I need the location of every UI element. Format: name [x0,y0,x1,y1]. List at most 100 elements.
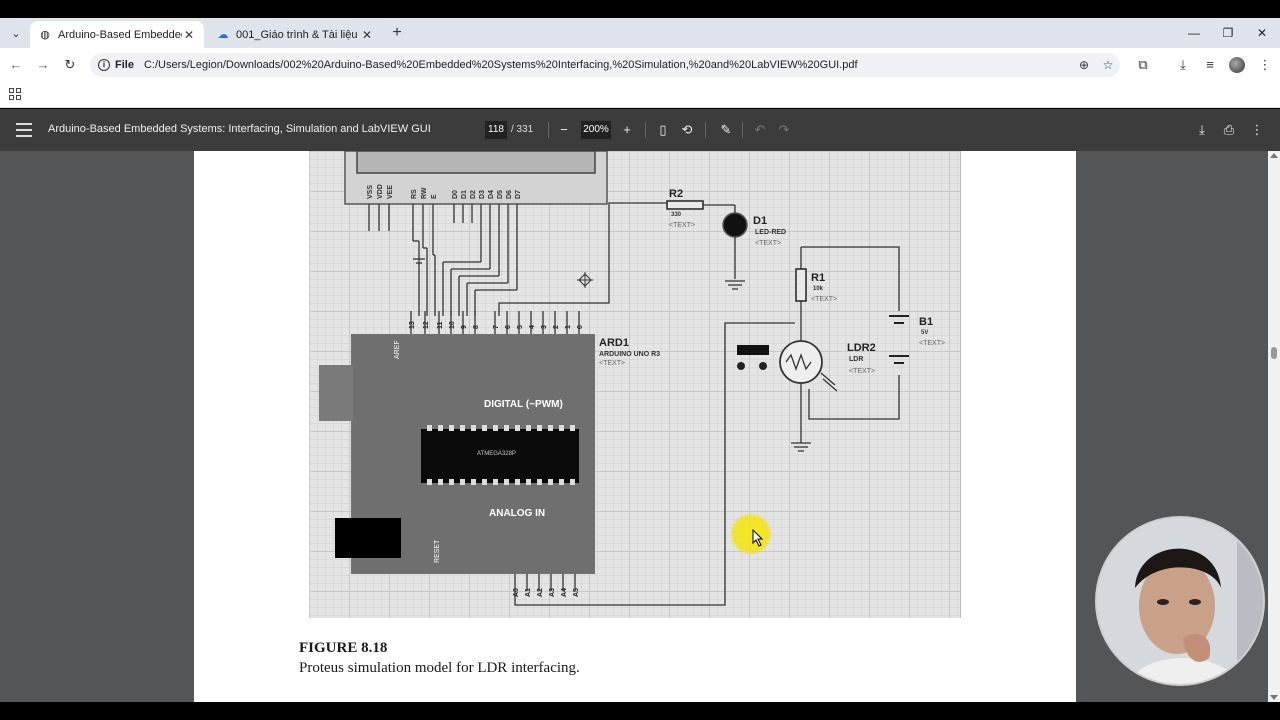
scroll-thumb[interactable] [1271,347,1277,359]
analog-pin-label: A0 [513,588,520,597]
digital-pin-label: 9 [461,325,468,329]
zoom-input[interactable]: 200% [581,121,611,139]
proteus-schematic-figure: VSS VDD VEE RS RW E D0 D1 D2 D3 D4 D5 D6 D7 ATMEGA328… [309,151,961,618]
webcam-person-image [1097,518,1263,684]
voltage-probe [737,345,769,355]
pdf-more-icon[interactable]: ⋮ [1248,121,1266,139]
pdf-download-icon[interactable]: ⤓ [1193,121,1211,139]
lcd-pin-label: D2 [470,190,477,199]
divider [742,122,743,138]
reset-label: RESET [434,539,441,563]
chip-pin [570,479,575,485]
mouse-pointer-icon [752,529,764,547]
ldr-text: <TEXT> [849,368,875,375]
profile-avatar[interactable] [1229,57,1245,73]
pdf-viewer[interactable]: VSS VDD VEE RS RW E D0 D1 D2 D3 D4 D5 D6 D7 ATMEGA328… [0,151,1280,702]
r1-label: R1 [811,272,825,284]
extensions-icon[interactable]: ⧉ [1134,57,1152,73]
analog-pin-label: A1 [525,588,532,597]
menu-hamburger-icon[interactable] [16,123,32,137]
lcd-pin-label: RS [411,189,418,199]
chip-pin [427,425,432,431]
scroll-down-icon[interactable] [1270,695,1278,700]
chip-pin [471,425,476,431]
minimize-icon[interactable]: — [1182,24,1206,42]
chip-pin [526,479,531,485]
chip-pin [471,479,476,485]
ard-ref-label: ARD1 [599,337,629,349]
zoom-out-icon[interactable]: − [555,121,573,139]
lcd-pin-label: E [431,194,438,199]
webcam-overlay [1095,516,1265,686]
tab-giao-trinh[interactable]: ☁ 001_Giáo trình & Tài liệu tham ✕ [208,21,382,48]
bookmark-star-icon[interactable]: ☆ [1096,58,1120,72]
fit-page-icon[interactable]: ▯ [654,121,672,139]
digital-pin-label: 8 [473,325,480,329]
close-icon[interactable]: ✕ [182,28,196,42]
lcd-pin-label: VDD [377,184,384,199]
chip-pin [449,425,454,431]
digital-pin-label: 6 [505,325,512,329]
digital-pin-label: 3 [541,325,548,329]
zoom-in-icon[interactable]: + [618,121,636,139]
r1-text: <TEXT> [811,296,837,303]
tab-title: Arduino-Based Embedded Syst [58,28,182,41]
menu-kebab-icon[interactable]: ⋮ [1256,57,1274,73]
address-input[interactable]: i File C:/Users/Legion/Downloads/002%20A… [90,53,1120,77]
chip-pin [504,479,509,485]
wire-d-to-r2 [498,202,659,316]
analog-label: ANALOG IN [489,508,545,519]
lcd-pin-label: RW [421,187,428,199]
digital-pin-label: 4 [529,325,536,329]
chip-label: ATMEGA328P [477,451,516,457]
print-icon[interactable]: ⎙ [1220,121,1238,139]
lcd-pin-label: D0 [452,190,459,199]
digital-pin-label: 7 [493,325,500,329]
cursor-highlight [730,513,772,555]
undo-icon[interactable]: ↶ [751,121,769,139]
close-icon[interactable]: ✕ [360,28,374,42]
chip-pin [537,479,542,485]
annotate-icon[interactable]: ✎ [717,121,735,139]
media-icon[interactable]: ≡ [1201,57,1219,73]
scroll-up-icon[interactable] [1270,153,1278,158]
new-tab-icon[interactable]: + [388,24,406,42]
redo-icon[interactable]: ↷ [775,121,793,139]
resistor-r2 [666,200,704,210]
digital-pin-label: 1 [565,325,572,329]
rotate-icon[interactable]: ⟲ [678,121,696,139]
chip-pin [559,425,564,431]
chip-pin [548,425,553,431]
analog-pin-labels: A0 A1 A2 A3 A4 A5 [513,588,580,597]
chip-pin [548,479,553,485]
lcd-pin-label: D7 [515,190,522,199]
tab-strip: ⌄ ◍ Arduino-Based Embedded Syst ✕ ☁ 001_… [0,18,1280,48]
scheme-label: File [115,59,134,71]
tab-search-icon[interactable]: ⌄ [6,23,26,43]
d1-label: D1 [753,215,767,227]
back-icon[interactable]: ← [7,56,25,74]
chip-pin [493,425,498,431]
zoom-icon[interactable]: ⊕ [1072,58,1096,72]
window-close-icon[interactable]: ✕ [1250,24,1274,42]
info-icon[interactable]: i [98,59,110,71]
resistor-r1 [795,268,807,302]
lcd-pin-label: VEE [387,185,394,199]
vertical-scrollbar[interactable] [1268,151,1280,702]
digital-pin-label: 13 [409,321,416,329]
download-icon[interactable]: ⤓ [1174,57,1192,73]
forward-icon[interactable]: → [34,56,52,74]
tab-arduino-pdf[interactable]: ◍ Arduino-Based Embedded Syst ✕ [30,21,204,48]
digital-pin-label: 11 [437,321,444,329]
page-number-input[interactable]: 118 [485,121,507,139]
restore-icon[interactable]: ❐ [1216,24,1240,42]
cloud-icon: ☁ [217,29,229,41]
schematic-svg: VSS VDD VEE RS RW E D0 D1 D2 D3 D4 D5 D6 D7 ATMEGA328… [319,151,945,606]
chip-pin [515,479,520,485]
crosshair-marker [577,272,593,288]
r2-value: 330 [671,212,682,218]
reload-icon[interactable]: ↻ [61,56,79,74]
aref-label: AREF [394,340,401,359]
apps-grid-icon[interactable] [9,88,21,100]
analog-pin-label: A2 [537,588,544,597]
